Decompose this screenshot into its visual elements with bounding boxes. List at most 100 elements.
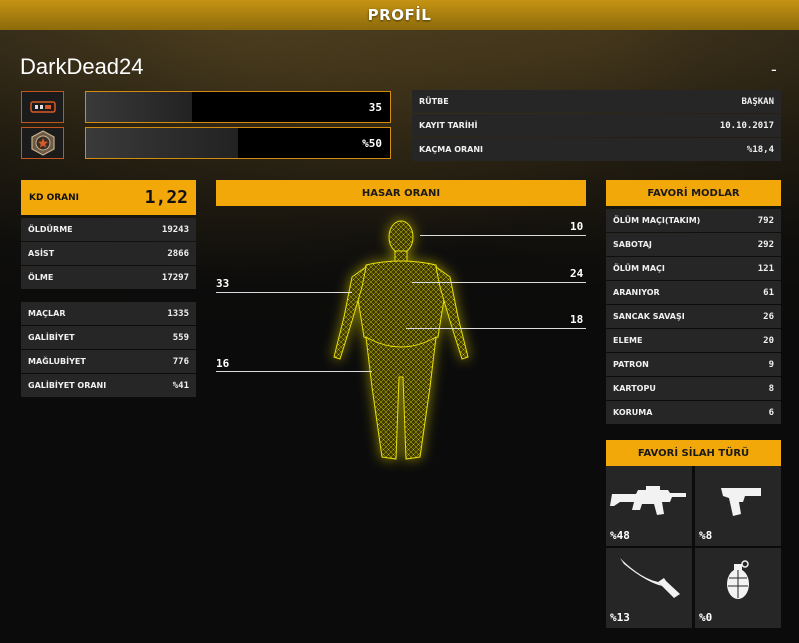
weapon-cell-grenade: %0 <box>695 548 781 628</box>
rank-progress-fill <box>86 128 238 158</box>
mode-row: KARTOPU 8 <box>606 377 781 400</box>
arms-damage-value: 33 <box>216 277 230 290</box>
favorite-modes-header: FAVORİ MODLAR <box>606 180 781 206</box>
mode-label: KORUMA <box>613 408 653 417</box>
kd-panel: KD ORANI 1,22 ÖLDÜRME 19243 ASİST 2866 Ö… <box>21 180 196 290</box>
stat-label: MAĞLUBİYET <box>28 357 86 366</box>
favorite-modes-list: ÖLÜM MAÇI(TAKIM) 792 SABOTAJ 292 ÖLÜM MAÇI 12… <box>606 209 781 424</box>
mode-row: PATRON 9 <box>606 353 781 376</box>
weapon-cell-pistol: %8 <box>695 466 781 546</box>
weapon-cell-knife: %13 <box>606 548 692 628</box>
favorite-weapon-panel: FAVORİ SİLAH TÜRÜ <box>606 440 781 466</box>
stomach-damage-value: 18 <box>570 313 584 326</box>
info-row-escape-rate: KAÇMA ORANI %18,4 <box>412 138 781 161</box>
ammo-rank-icon <box>21 91 64 123</box>
mode-value: 292 <box>757 239 774 250</box>
mode-row: ELEME 20 <box>606 329 781 352</box>
mode-value: 6 <box>768 407 774 418</box>
stomach-pointer-line <box>406 328 586 329</box>
mode-value: 26 <box>763 311 774 322</box>
stat-value: 776 <box>172 356 189 367</box>
stat-value: 2866 <box>167 248 189 259</box>
kd-value: 1,22 <box>144 187 188 208</box>
mode-label: ÖLÜM MAÇI <box>613 264 665 273</box>
stat-row-matches: MAÇLAR 1335 <box>21 302 196 325</box>
level-value: 35 <box>368 100 382 114</box>
chest-damage-value: 24 <box>570 267 584 280</box>
stat-row-kills: ÖLDÜRME 19243 <box>21 218 196 241</box>
stat-label: ASİST <box>28 249 55 258</box>
stat-value: %41 <box>172 380 189 391</box>
legs-damage-value: 16 <box>216 357 230 370</box>
chest-pointer-line <box>412 282 586 283</box>
assault-rifle-icon <box>610 486 686 515</box>
body-hitmap: 10 24 18 33 16 <box>216 207 586 487</box>
mode-row: ÖLÜM MAÇI 121 <box>606 257 781 280</box>
head-damage-value: 10 <box>570 220 584 233</box>
mode-row: SANCAK SAVAŞI 26 <box>606 305 781 328</box>
mode-row: ÖLÜM MAÇI(TAKIM) 792 <box>606 209 781 232</box>
weapon-pct: %8 <box>699 529 713 542</box>
star-rank-badge-icon <box>21 127 64 159</box>
stat-row-losses: MAĞLUBİYET 776 <box>21 350 196 373</box>
info-label: KAYIT TARİHİ <box>419 121 478 130</box>
mode-row: ARANIYOR 61 <box>606 281 781 304</box>
kd-ratio-header: KD ORANI 1,22 <box>21 180 196 215</box>
arms-pointer-line <box>216 292 352 293</box>
kd-label: KD ORANI <box>29 192 80 203</box>
level-progress-bar: 35 <box>85 91 391 123</box>
stat-row-win-rate: GALİBİYET ORANI %41 <box>21 374 196 397</box>
info-row-register-date: KAYIT TARİHİ 10.10.2017 <box>412 114 781 137</box>
weapon-pct: %13 <box>610 611 630 624</box>
grenade-icon <box>727 560 749 599</box>
mode-value: 20 <box>763 335 774 346</box>
info-value: 10.10.2017 <box>719 120 774 131</box>
head-pointer-line <box>420 235 586 236</box>
mode-label: ARANIYOR <box>613 288 660 297</box>
mode-value: 9 <box>768 359 774 370</box>
mode-value: 61 <box>763 287 774 298</box>
stat-row-wins: GALİBİYET 559 <box>21 326 196 349</box>
mode-row: KORUMA 6 <box>606 401 781 424</box>
weapon-grid: %48 %8 %13 %0 <box>606 466 781 628</box>
info-label: KAÇMA ORANI <box>419 145 484 154</box>
mode-label: ELEME <box>613 336 643 345</box>
stat-label: MAÇLAR <box>28 309 66 318</box>
weapon-pct: %48 <box>610 529 630 542</box>
mode-row: SABOTAJ 292 <box>606 233 781 256</box>
damage-panel: HASAR ORANI <box>216 180 586 206</box>
weapon-pct: %0 <box>699 611 713 624</box>
mode-label: SABOTAJ <box>613 240 652 249</box>
favorite-modes-panel: FAVORİ MODLAR ÖLÜM MAÇI(TAKIM) 792 SABOTAJ… <box>606 180 781 425</box>
username: DarkDead24 <box>20 54 144 79</box>
pistol-icon <box>721 488 761 516</box>
stat-label: ÖLDÜRME <box>28 225 73 234</box>
mode-label: SANCAK SAVAŞI <box>613 312 685 321</box>
info-row-rank: RÜTBE BAŞKAN <box>412 90 781 113</box>
dash-indicator: - <box>771 60 777 79</box>
mode-label: KARTOPU <box>613 384 656 393</box>
rank-progress-bar: %50 <box>85 127 391 159</box>
mode-value: 792 <box>757 215 774 226</box>
damage-header: HASAR ORANI <box>216 180 586 206</box>
title-bar: PROFİL <box>0 0 799 30</box>
page-title: PROFİL <box>367 6 432 24</box>
rank-progress-value: %50 <box>362 136 382 150</box>
legs-pointer-line <box>216 371 372 372</box>
stat-value: 17297 <box>161 272 189 283</box>
match-stats-panel: MAÇLAR 1335 GALİBİYET 559 MAĞLUBİYET 776… <box>21 302 196 398</box>
stat-value: 19243 <box>161 224 189 235</box>
body-figure-icon <box>333 220 469 460</box>
mode-label: PATRON <box>613 360 649 369</box>
info-value: %18,4 <box>746 144 774 155</box>
info-value: BAŞKAN <box>741 96 774 107</box>
stat-label: GALİBİYET ORANI <box>28 381 107 390</box>
favorite-weapon-header: FAVORİ SİLAH TÜRÜ <box>606 440 781 466</box>
stat-row-deaths: ÖLME 17297 <box>21 266 196 289</box>
knife-icon <box>620 558 680 598</box>
stat-value: 559 <box>172 332 189 343</box>
info-label: RÜTBE <box>419 97 449 106</box>
level-progress-fill <box>86 92 193 122</box>
stat-value: 1335 <box>167 308 189 319</box>
mode-value: 121 <box>757 263 774 274</box>
